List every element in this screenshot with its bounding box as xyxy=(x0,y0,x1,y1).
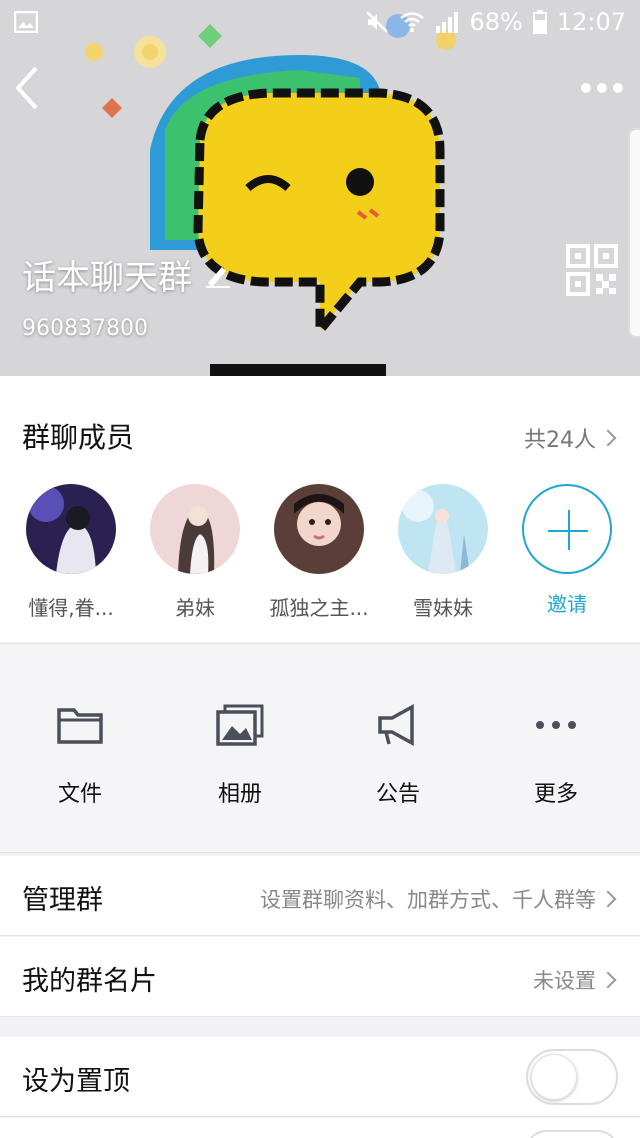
member-avatar xyxy=(398,484,488,574)
more-tools-button[interactable]: 更多 xyxy=(496,704,616,808)
group-header: 68% 12:07 话本聊天群 960837800 xyxy=(0,0,640,376)
member-name: 孤独之主... xyxy=(269,596,369,620)
back-button[interactable] xyxy=(14,66,40,114)
manage-group-value-wrap: 设置群聊资料、加群方式、千人群等 xyxy=(260,884,618,914)
group-number: 960837800 xyxy=(22,316,148,341)
album-icon xyxy=(216,704,264,746)
edit-pencil-icon[interactable] xyxy=(204,261,232,289)
announcement-button[interactable]: 公告 xyxy=(338,704,458,808)
my-group-card-value-wrap: 未设置 xyxy=(533,965,618,995)
more-tools-label: 更多 xyxy=(533,782,578,807)
back-arrow-icon xyxy=(15,66,38,110)
manage-group-value: 设置群聊资料、加群方式、千人群等 xyxy=(260,888,596,912)
battery-icon xyxy=(532,10,547,34)
member-avatar xyxy=(150,484,240,574)
more-options-button[interactable] xyxy=(580,78,624,102)
more-icon xyxy=(536,721,576,729)
my-group-card-label: 我的群名片 xyxy=(22,966,157,997)
member-avatar xyxy=(274,484,364,574)
megaphone-icon xyxy=(378,704,414,746)
member-item[interactable]: 懂得,眷... xyxy=(16,484,126,621)
member-item[interactable]: 孤独之主... xyxy=(264,484,374,621)
member-name: 弟妹 xyxy=(175,596,215,620)
chevron-right-icon xyxy=(599,971,617,989)
announcement-label: 公告 xyxy=(375,782,420,807)
invite-label: 邀请 xyxy=(547,592,587,616)
manage-group-label: 管理群 xyxy=(22,885,103,916)
files-label: 文件 xyxy=(57,782,102,807)
folder-icon xyxy=(57,708,103,744)
chevron-right-icon xyxy=(599,890,617,908)
plus-icon xyxy=(522,484,612,574)
group-name: 话本聊天群 xyxy=(22,258,192,298)
member-item[interactable]: 弟妹 xyxy=(140,484,250,621)
chevron-right-icon xyxy=(599,429,617,447)
member-name: 懂得,眷... xyxy=(28,596,114,620)
member-avatar xyxy=(26,484,116,574)
files-button[interactable]: 文件 xyxy=(20,704,140,808)
album-label: 相册 xyxy=(217,782,262,807)
my-group-card-value: 未设置 xyxy=(533,969,596,993)
member-name: 雪妹妹 xyxy=(413,596,473,620)
member-item[interactable]: 雪妹妹 xyxy=(388,484,498,621)
group-tools: 文件 相册 公告 更多 xyxy=(0,643,640,853)
pin-top-row: 设为置顶 xyxy=(0,1037,640,1117)
pin-top-toggle[interactable] xyxy=(526,1049,618,1105)
qr-code-icon[interactable] xyxy=(566,244,618,296)
clock: 12:07 xyxy=(556,8,626,36)
members-title: 群聊成员 xyxy=(22,421,135,454)
invite-button[interactable]: 邀请 xyxy=(512,484,622,617)
members-count-link[interactable]: 共24人 xyxy=(524,422,618,454)
group-title-row[interactable]: 话本聊天群 xyxy=(22,250,232,299)
members-section: 群聊成员 共24人 懂得,眷... 弟妹 孤独之主... 雪妹妹 邀请 xyxy=(0,376,640,642)
next-toggle-partial[interactable] xyxy=(526,1130,618,1138)
members-count: 共24人 xyxy=(524,428,596,453)
next-row-partial xyxy=(0,1118,640,1138)
wifi-icon xyxy=(400,12,425,32)
mute-icon xyxy=(366,11,389,33)
my-group-card-row[interactable]: 我的群名片 未设置 xyxy=(0,937,640,1017)
signal-icon xyxy=(436,12,459,33)
side-handle[interactable] xyxy=(628,128,640,338)
manage-group-row[interactable]: 管理群 设置群聊资料、加群方式、千人群等 xyxy=(0,856,640,936)
status-bar: 68% 12:07 xyxy=(0,0,640,44)
gallery-icon xyxy=(14,11,38,33)
battery-percent: 68% xyxy=(469,8,523,36)
toggle-knob xyxy=(531,1054,577,1100)
pin-top-label: 设为置顶 xyxy=(22,1066,130,1097)
album-button[interactable]: 相册 xyxy=(180,704,300,808)
more-dots-icon xyxy=(581,83,623,93)
